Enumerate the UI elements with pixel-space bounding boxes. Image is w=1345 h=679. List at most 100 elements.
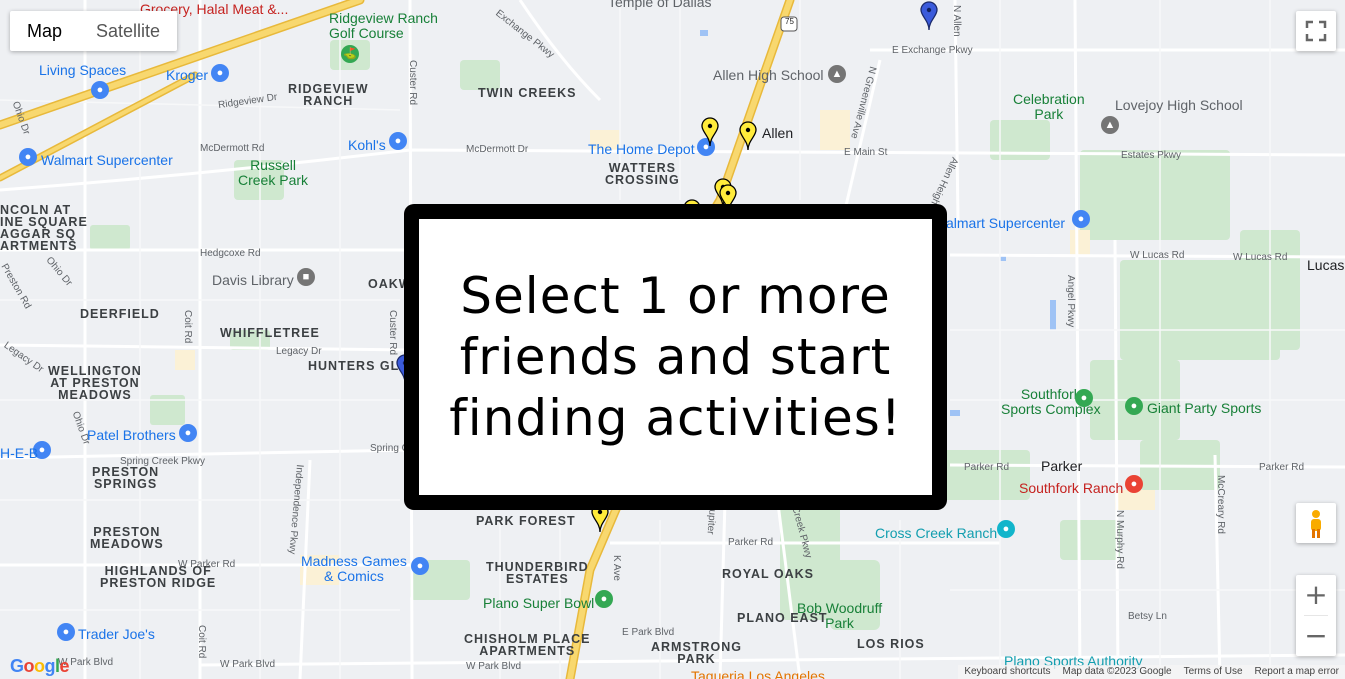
area-label: HUNTERS GLE bbox=[308, 359, 409, 373]
area-label: CHISHOLM PLACE APARTMENTS bbox=[464, 632, 591, 658]
map-type-map-button[interactable]: Map bbox=[10, 11, 79, 51]
street-label: Betsy Ln bbox=[1128, 611, 1167, 622]
street-label: N Murphy Rd bbox=[1114, 510, 1125, 569]
golf-icon[interactable]: ⛳ bbox=[341, 45, 359, 63]
street-label: McDermott Rd bbox=[200, 143, 265, 154]
friend-pin-icon[interactable] bbox=[701, 117, 719, 147]
area-label: TWIN CREEKS bbox=[478, 86, 577, 100]
school-icon[interactable]: ▲ bbox=[828, 65, 846, 83]
poi-label[interactable]: Southfork Ranch bbox=[1019, 480, 1123, 496]
poi-label[interactable]: Living Spaces bbox=[39, 62, 126, 78]
shopping-bag-icon[interactable]: ● bbox=[91, 81, 109, 99]
area-label: THUNDERBIRD ESTATES bbox=[486, 560, 589, 586]
area-label: RIDGEVIEW RANCH bbox=[288, 82, 369, 108]
hotel-icon[interactable]: ● bbox=[1125, 475, 1143, 493]
fullscreen-icon bbox=[1305, 20, 1327, 42]
street-label: Custer Rd bbox=[407, 60, 418, 106]
poi-label[interactable]: Russell Creek Park bbox=[238, 158, 308, 188]
poi-label[interactable]: Lovejoy High School bbox=[1115, 97, 1243, 113]
report-map-error-link[interactable]: Report a map error bbox=[1255, 665, 1339, 679]
cart-icon[interactable]: ● bbox=[211, 64, 229, 82]
area-label: PRESTON MEADOWS bbox=[90, 525, 164, 551]
street-label: Parker Rd bbox=[964, 462, 1010, 473]
area-label: WATTERS CROSSING bbox=[605, 161, 680, 187]
street-label: Coit Rd bbox=[196, 625, 207, 659]
highway-75-label: 75 bbox=[785, 17, 794, 26]
street-label: K Ave bbox=[611, 555, 622, 581]
poi-label[interactable]: Walmart Supercenter bbox=[41, 152, 173, 168]
poi-label[interactable]: H-E-B bbox=[0, 445, 38, 461]
keyboard-shortcuts-link[interactable]: Keyboard shortcuts bbox=[964, 665, 1050, 679]
poi-label[interactable]: Allen High School bbox=[713, 67, 824, 83]
street-label: N Allen bbox=[951, 5, 962, 37]
camera-icon[interactable]: ● bbox=[997, 520, 1015, 538]
poi-label[interactable]: almart Supercenter bbox=[946, 215, 1065, 231]
poi-label[interactable]: Giant Party Sports bbox=[1147, 400, 1261, 416]
street-label: Coit Rd bbox=[182, 310, 193, 344]
pegman-icon bbox=[1311, 510, 1321, 538]
street-label: Legacy Dr bbox=[276, 346, 322, 357]
street-label: W Lucas Rd bbox=[1233, 252, 1288, 263]
poi-label[interactable]: The Home Depot bbox=[588, 141, 695, 157]
shopping-bag-icon[interactable]: ● bbox=[1072, 210, 1090, 228]
poi-label[interactable]: Ridgeview Ranch Golf Course bbox=[329, 11, 438, 41]
poi-label[interactable]: Plano Super Bowl bbox=[483, 595, 594, 611]
zoom-in-button[interactable]: + bbox=[1296, 575, 1336, 615]
street-label: W Park Blvd bbox=[466, 661, 522, 672]
fullscreen-button[interactable] bbox=[1296, 11, 1336, 51]
poi-label[interactable]: Madness Games & Comics bbox=[301, 554, 407, 584]
poi-label[interactable]: Trader Joe's bbox=[78, 626, 155, 642]
street-label: Parker Rd bbox=[1259, 462, 1305, 473]
park-icon[interactable]: ● bbox=[1125, 397, 1143, 415]
poi-label[interactable]: Patel Brothers bbox=[87, 427, 176, 443]
friend-pin-icon[interactable] bbox=[739, 121, 757, 151]
user-location-pin-icon[interactable] bbox=[920, 1, 938, 31]
area-label: WHIFFLETREE bbox=[220, 326, 320, 340]
poi-label[interactable]: Taqueria Los Angeles bbox=[691, 668, 825, 679]
area-label: ARMSTRONG PARK bbox=[651, 640, 742, 666]
cart-icon[interactable]: ● bbox=[57, 623, 75, 641]
shopping-bag-icon[interactable]: ● bbox=[389, 132, 407, 150]
terms-of-use-link[interactable]: Terms of Use bbox=[1184, 665, 1243, 679]
street-label: Custer Rd bbox=[387, 310, 398, 356]
school-icon[interactable]: ▲ bbox=[1101, 116, 1119, 134]
google-logo[interactable]: Google bbox=[10, 656, 70, 677]
cart-icon[interactable]: ● bbox=[179, 424, 197, 442]
poi-label[interactable]: Celebration Park bbox=[1013, 92, 1085, 122]
poi-label[interactable]: Bob Woodruff Park bbox=[797, 601, 882, 631]
zoom-control: + − bbox=[1296, 575, 1336, 656]
street-label: E Main St bbox=[844, 147, 888, 158]
area-label: WELLINGTON AT PRESTON MEADOWS bbox=[48, 364, 142, 402]
street-label: Estates Pkwy bbox=[1121, 150, 1182, 161]
area-label: DEERFIELD bbox=[80, 307, 160, 321]
poi-label[interactable]: Davis Library bbox=[212, 272, 294, 288]
instruction-message: Select 1 or more friends and start findi… bbox=[449, 266, 902, 447]
map-data-attribution: Map data ©2023 Google bbox=[1062, 666, 1172, 677]
street-label: W Lucas Rd bbox=[1130, 250, 1185, 261]
area-label: PARK FOREST bbox=[476, 514, 576, 528]
poi-label[interactable]: Cross Creek Ranch bbox=[875, 525, 997, 541]
street-label: Spring Creek Pkwy bbox=[120, 456, 206, 467]
shopping-bag-icon[interactable]: ● bbox=[19, 148, 37, 166]
poi-label[interactable]: Kohl's bbox=[348, 137, 386, 153]
poi-label[interactable]: Temple of Dallas bbox=[608, 0, 712, 10]
poi-label[interactable]: Kroger bbox=[166, 67, 208, 83]
street-label: Hedgcoxe Rd bbox=[200, 248, 261, 259]
street-label: W Parker Rd bbox=[178, 559, 236, 570]
town-label: Parker bbox=[1041, 458, 1083, 474]
street-label: Parker Rd bbox=[728, 537, 774, 548]
street-view-pegman-button[interactable] bbox=[1296, 503, 1336, 543]
shopping-bag-icon[interactable]: ● bbox=[411, 557, 429, 575]
area-label: ROYAL OAKS bbox=[722, 567, 814, 581]
park-icon[interactable]: ● bbox=[1075, 389, 1093, 407]
area-label: NCOLN AT INE SQUARE AGGAR SQ ARTMENTS bbox=[0, 203, 88, 253]
street-label: E Park Blvd bbox=[622, 627, 675, 638]
bowling-icon[interactable]: ● bbox=[595, 590, 613, 608]
street-label: Angel Pkwy bbox=[1065, 275, 1076, 328]
map-type-satellite-button[interactable]: Satellite bbox=[79, 11, 177, 51]
street-label: E Exchange Pkwy bbox=[892, 45, 973, 56]
area-label: PRESTON SPRINGS bbox=[92, 465, 160, 491]
book-icon[interactable]: ■ bbox=[297, 268, 315, 286]
street-label: McDermott Dr bbox=[466, 144, 529, 155]
zoom-out-button[interactable]: − bbox=[1296, 616, 1336, 656]
